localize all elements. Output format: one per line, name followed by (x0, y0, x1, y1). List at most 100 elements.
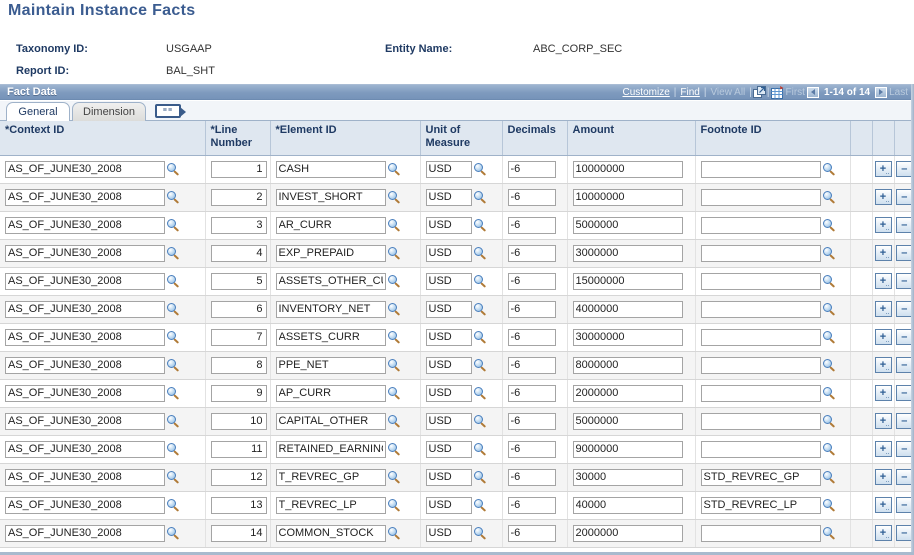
context-id-input[interactable] (5, 328, 165, 346)
unit-of-measure-lookup-icon[interactable] (473, 358, 487, 372)
decimals-input[interactable] (507, 440, 556, 458)
last-page-label[interactable]: Last (887, 87, 910, 98)
decimals-input[interactable] (507, 188, 556, 206)
line-number-input[interactable] (210, 216, 267, 234)
context-id-input[interactable] (5, 384, 165, 402)
unit-of-measure-input[interactable] (425, 524, 472, 542)
element-id-lookup-icon[interactable] (387, 330, 401, 344)
unit-of-measure-lookup-icon[interactable] (473, 470, 487, 484)
unit-of-measure-input[interactable] (425, 468, 472, 486)
first-page-label[interactable]: First (784, 87, 807, 98)
line-number-input[interactable] (210, 384, 267, 402)
view-all-link[interactable]: View All (707, 87, 748, 98)
context-id-input[interactable] (5, 440, 165, 458)
add-row-button[interactable]: +.. (874, 497, 892, 513)
element-id-input[interactable] (275, 272, 386, 290)
footnote-id-input[interactable] (700, 244, 821, 262)
footnote-id-input[interactable] (700, 216, 821, 234)
footnote-id-input[interactable] (700, 468, 821, 486)
element-id-lookup-icon[interactable] (387, 526, 401, 540)
context-id-input[interactable] (5, 524, 165, 542)
context-id-input[interactable] (5, 300, 165, 318)
element-id-input[interactable] (275, 524, 386, 542)
context-id-lookup-icon[interactable] (167, 246, 180, 260)
decimals-input[interactable] (507, 384, 556, 402)
element-id-lookup-icon[interactable] (387, 358, 401, 372)
unit-of-measure-lookup-icon[interactable] (473, 386, 487, 400)
download-to-spreadsheet-icon[interactable] (770, 85, 784, 99)
footnote-id-lookup-icon[interactable] (822, 246, 836, 260)
new-window-icon[interactable] (752, 86, 766, 98)
amount-input[interactable] (572, 188, 683, 206)
footnote-id-input[interactable] (700, 160, 821, 178)
context-id-input[interactable] (5, 188, 165, 206)
line-number-input[interactable] (210, 524, 267, 542)
unit-of-measure-input[interactable] (425, 440, 472, 458)
tab-general[interactable]: General (6, 102, 70, 121)
add-row-button[interactable]: +.. (874, 357, 892, 373)
line-number-input[interactable] (210, 160, 267, 178)
amount-input[interactable] (572, 356, 683, 374)
amount-input[interactable] (572, 524, 683, 542)
context-id-lookup-icon[interactable] (167, 414, 180, 428)
line-number-input[interactable] (210, 468, 267, 486)
add-row-button[interactable]: +.. (874, 525, 892, 541)
next-page-arrow-icon[interactable] (875, 86, 888, 98)
decimals-input[interactable] (507, 216, 556, 234)
unit-of-measure-lookup-icon[interactable] (473, 218, 487, 232)
element-id-input[interactable] (275, 496, 386, 514)
footnote-id-lookup-icon[interactable] (822, 218, 836, 232)
amount-input[interactable] (572, 328, 683, 346)
add-row-button[interactable]: +.. (874, 217, 892, 233)
add-row-button[interactable]: +.. (874, 441, 892, 457)
element-id-input[interactable] (275, 328, 386, 346)
context-id-input[interactable] (5, 160, 165, 178)
footnote-id-lookup-icon[interactable] (822, 190, 836, 204)
context-id-lookup-icon[interactable] (167, 162, 180, 176)
footnote-id-lookup-icon[interactable] (822, 162, 836, 176)
unit-of-measure-lookup-icon[interactable] (473, 162, 487, 176)
element-id-input[interactable] (275, 216, 386, 234)
unit-of-measure-input[interactable] (425, 384, 472, 402)
element-id-input[interactable] (275, 440, 386, 458)
context-id-lookup-icon[interactable] (167, 442, 180, 456)
footnote-id-lookup-icon[interactable] (822, 470, 836, 484)
decimals-input[interactable] (507, 328, 556, 346)
footnote-id-input[interactable] (700, 384, 821, 402)
tab-dimension[interactable]: Dimension (72, 102, 146, 121)
decimals-input[interactable] (507, 244, 556, 262)
footnote-id-lookup-icon[interactable] (822, 386, 836, 400)
add-row-button[interactable]: +.. (874, 161, 892, 177)
decimals-input[interactable] (507, 468, 556, 486)
element-id-input[interactable] (275, 300, 386, 318)
decimals-input[interactable] (507, 300, 556, 318)
footnote-id-input[interactable] (700, 524, 821, 542)
footnote-id-input[interactable] (700, 356, 821, 374)
amount-input[interactable] (572, 300, 683, 318)
footnote-id-input[interactable] (700, 440, 821, 458)
footnote-id-lookup-icon[interactable] (822, 442, 836, 456)
element-id-input[interactable] (275, 384, 386, 402)
element-id-lookup-icon[interactable] (387, 470, 401, 484)
unit-of-measure-lookup-icon[interactable] (473, 526, 487, 540)
footnote-id-lookup-icon[interactable] (822, 414, 836, 428)
line-number-input[interactable] (210, 188, 267, 206)
element-id-lookup-icon[interactable] (387, 442, 401, 456)
element-id-input[interactable] (275, 244, 386, 262)
unit-of-measure-input[interactable] (425, 244, 472, 262)
context-id-input[interactable] (5, 216, 165, 234)
element-id-lookup-icon[interactable] (387, 218, 401, 232)
decimals-input[interactable] (507, 524, 556, 542)
amount-input[interactable] (572, 160, 683, 178)
amount-input[interactable] (572, 468, 683, 486)
amount-input[interactable] (572, 272, 683, 290)
element-id-lookup-icon[interactable] (387, 498, 401, 512)
add-row-button[interactable]: +.. (874, 413, 892, 429)
context-id-lookup-icon[interactable] (167, 190, 180, 204)
element-id-input[interactable] (275, 356, 386, 374)
line-number-input[interactable] (210, 328, 267, 346)
unit-of-measure-input[interactable] (425, 300, 472, 318)
add-row-button[interactable]: +.. (874, 273, 892, 289)
footnote-id-lookup-icon[interactable] (822, 358, 836, 372)
add-row-button[interactable]: +.. (874, 469, 892, 485)
